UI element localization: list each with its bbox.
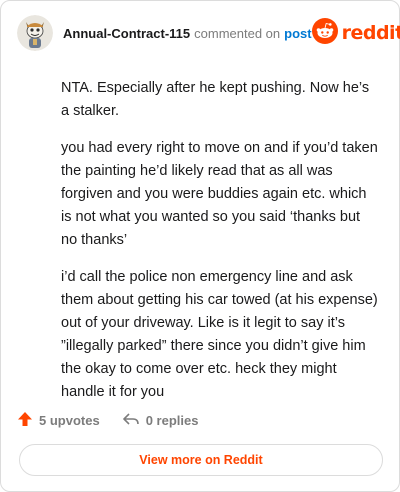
comment-header: Annual-Contract-115 commented on post redd… bbox=[17, 15, 400, 51]
embedded-comment-card: Annual-Contract-115 commented on post redd… bbox=[0, 0, 400, 492]
comment-body: NTA. Especially after he kept pushing. N… bbox=[61, 77, 379, 418]
view-more-button[interactable]: View more on Reddit bbox=[19, 444, 383, 476]
upvote-button[interactable]: 5 upvotes bbox=[17, 411, 100, 430]
comment-meta: Annual-Contract-115 commented on post bbox=[63, 26, 312, 41]
upvote-arrow-icon bbox=[17, 411, 39, 430]
reddit-snoo-icon bbox=[311, 17, 338, 49]
comment-paragraph: i’d call the police non emergency line a… bbox=[61, 269, 378, 400]
comment-paragraph: NTA. Especially after he kept pushing. N… bbox=[61, 80, 370, 119]
snoo-avatar-icon[interactable] bbox=[17, 15, 53, 51]
reply-button[interactable]: 0 replies bbox=[122, 411, 199, 430]
author-name[interactable]: Annual-Contract-115 bbox=[63, 26, 190, 41]
reply-count: 0 replies bbox=[145, 412, 199, 428]
reddit-brand[interactable]: reddit bbox=[311, 17, 400, 49]
post-link[interactable]: post bbox=[284, 26, 311, 41]
comment-actions: 5 upvotes 0 replies bbox=[17, 409, 220, 431]
comment-paragraph: you had every right to move on and if yo… bbox=[61, 140, 378, 248]
commented-on-text: commented on bbox=[194, 25, 281, 41]
reddit-wordmark: reddit bbox=[341, 22, 400, 44]
reply-arrow-icon bbox=[122, 411, 146, 430]
upvote-count: 5 upvotes bbox=[39, 412, 100, 428]
